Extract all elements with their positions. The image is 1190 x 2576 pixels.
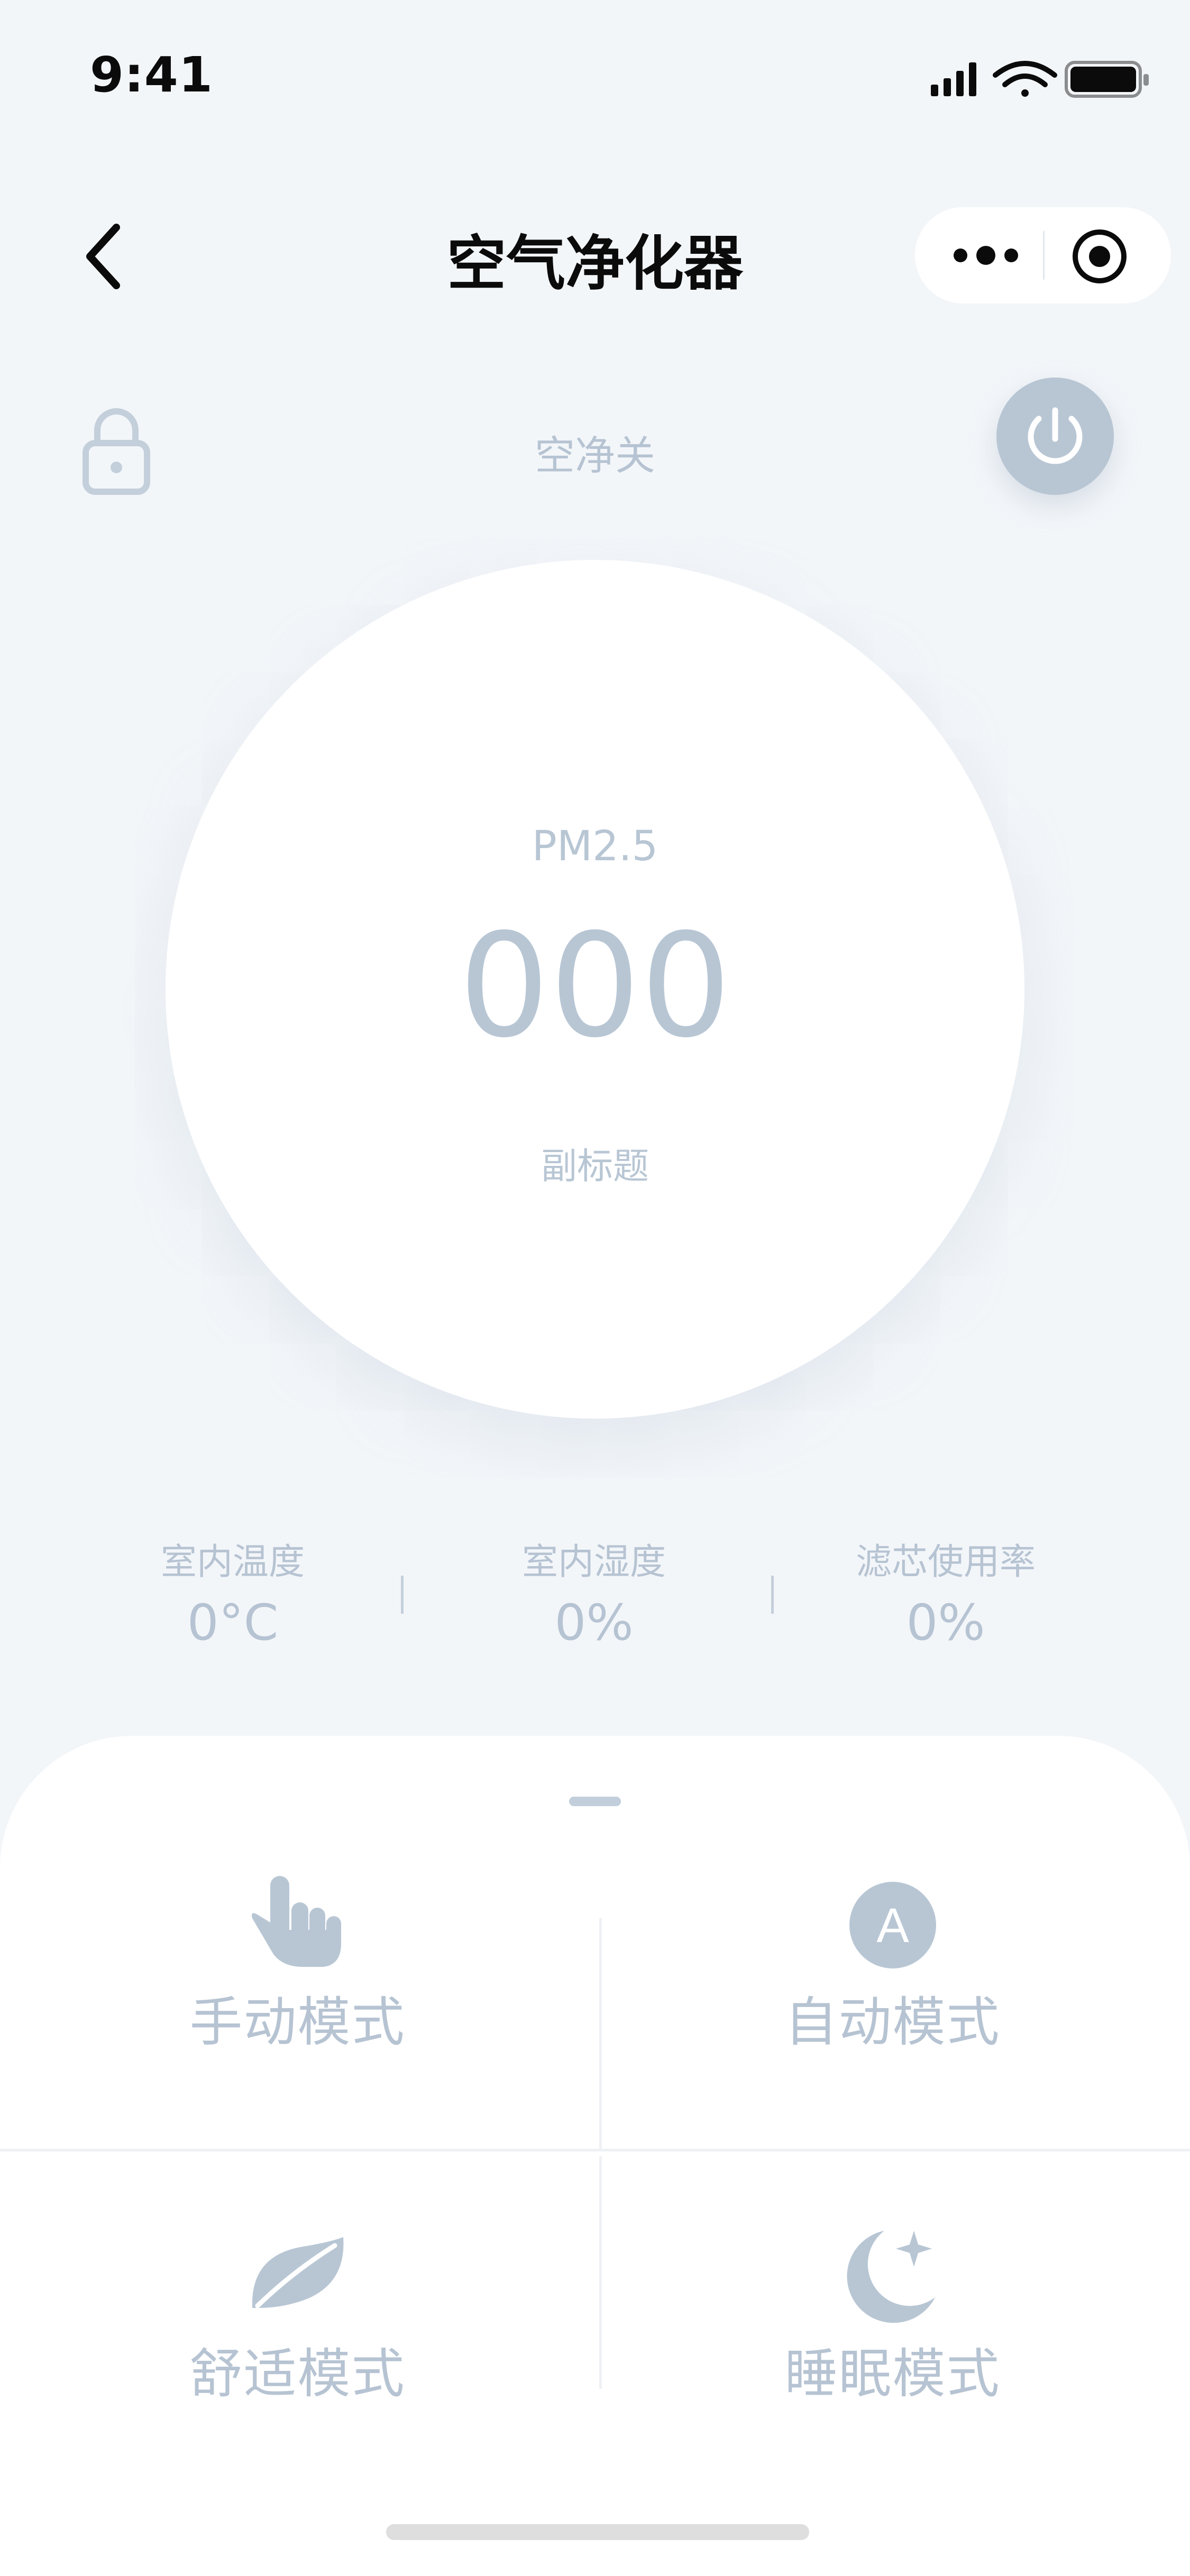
mode-auto[interactable]: A 自动模式 [595,1869,1190,2056]
more-menu-icon[interactable] [952,233,1020,278]
gauge-value: 000 [459,903,731,1069]
status-time: 9:41 [90,47,213,103]
svg-text:A: A [876,1899,909,1953]
stat-indoor-humidity: 室内湿度 0% [435,1532,753,1652]
power-button[interactable] [996,378,1114,495]
gauge-label: PM2.5 [532,823,658,870]
stat-indoor-temperature: 室内温度 0°C [74,1532,391,1652]
mode-sheet [0,1736,1190,2576]
capsule-divider [1043,231,1045,280]
mode-label: 手动模式 [189,1991,406,2053]
sheet-drag-handle[interactable] [569,1797,621,1806]
gauge-subtitle: 副标题 [541,1146,649,1188]
hand-pointer-icon [251,1876,341,1967]
leaf-icon [252,2237,343,2308]
stat-divider [401,1576,404,1614]
stat-label: 滤芯使用率 [855,1541,1036,1583]
moon-star-icon [846,2231,935,2323]
close-target-icon[interactable] [1070,227,1129,286]
mode-sleep[interactable]: 睡眠模式 [595,2221,1190,2407]
mode-comfort[interactable]: 舒适模式 [0,2221,595,2407]
stat-value: 0°C [187,1594,279,1652]
grid-divider [0,2149,1190,2151]
power-icon [1028,407,1083,464]
stat-label: 室内湿度 [521,1541,666,1583]
stat-label: 室内温度 [160,1541,305,1583]
status-icons [931,61,1149,98]
home-indicator [386,2524,809,2540]
mode-label: 睡眠模式 [784,2343,1001,2405]
stat-divider [771,1576,774,1614]
mode-label: 舒适模式 [189,2343,406,2405]
stat-value: 0% [554,1594,634,1652]
mode-manual[interactable]: 手动模式 [0,1869,595,2056]
signal-icon [931,62,976,96]
stat-filter-usage: 滤芯使用率 0% [787,1532,1104,1652]
mode-label: 自动模式 [784,1991,1001,2053]
battery-icon [1065,61,1149,98]
stat-value: 0% [906,1594,985,1652]
auto-a-icon: A [849,1882,936,1968]
wifi-icon [993,61,1057,97]
